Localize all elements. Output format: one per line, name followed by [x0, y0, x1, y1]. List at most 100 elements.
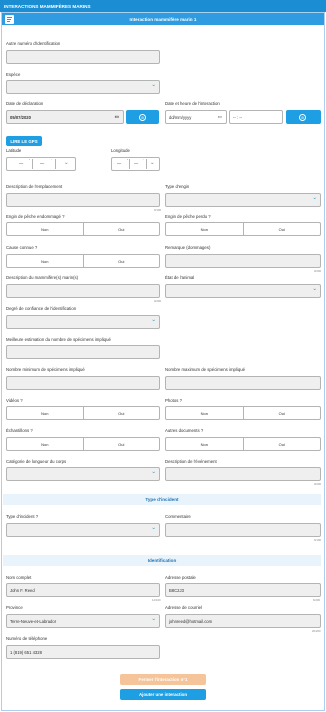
longitude-label: Longitude	[111, 148, 130, 153]
other-docs-no[interactable]: Non	[166, 438, 243, 450]
best-estimate-label: Meilleure estimation du nombre de spécim…	[6, 337, 111, 342]
remarks-counter: 0/200	[314, 269, 321, 273]
read-gps-button[interactable]: LIRE LE GPS	[6, 136, 42, 146]
declaration-date-label: Date de déclaration	[6, 101, 44, 106]
confidence-select[interactable]: ⌄	[6, 315, 160, 329]
interaction-date-input[interactable]: dd/mm/yyyy ▭	[165, 110, 227, 124]
phone-label: Numéro de téléphone	[6, 636, 48, 641]
photos-no[interactable]: Non	[166, 407, 243, 419]
species-label: Espèce	[6, 72, 21, 77]
gear-damaged-yes[interactable]: Oui	[82, 223, 160, 235]
gear-damaged-toggle[interactable]: Non Oui	[6, 222, 160, 236]
degree-unit: °	[127, 158, 129, 162]
latitude-degrees: —	[19, 161, 24, 167]
gear-lost-no[interactable]: Non	[166, 223, 243, 235]
photos-toggle[interactable]: Non Oui	[165, 406, 321, 420]
chevron-down-icon: ⌄	[151, 616, 156, 623]
full-name-input[interactable]: John F. Reed	[6, 583, 160, 597]
max-count-input[interactable]	[165, 376, 321, 390]
panel-header: Interaction mammifère marin 1	[2, 13, 324, 25]
gear-lost-label: Engin de pêche perdu ?	[165, 214, 211, 219]
other-id-input[interactable]	[6, 50, 160, 64]
close-interaction-button[interactable]: Fermer l'interaction n°1	[120, 674, 206, 685]
incident-type-label: Type d'incident ?	[6, 514, 39, 519]
latitude-stepper[interactable]: — ° — ' ⌄	[6, 157, 76, 171]
cause-known-yes[interactable]: Oui	[82, 255, 160, 267]
declaration-date-input[interactable]: 05/07/2020 ▭	[6, 110, 124, 124]
best-estimate-input[interactable]	[6, 345, 160, 359]
mammal-desc-counter: 0/200	[154, 299, 161, 303]
chevron-down-icon: ⌄	[151, 525, 156, 532]
chevron-down-icon: ⌄	[312, 286, 317, 293]
postal-address-counter: 6/200	[313, 598, 320, 602]
event-desc-input[interactable]	[165, 467, 321, 481]
clear-interaction-datetime-button[interactable]: ⊘	[286, 110, 321, 124]
cause-known-toggle[interactable]: Non Oui	[6, 254, 160, 268]
max-count-label: Nombre maximum de spécimens impliqué	[165, 367, 245, 372]
email-counter: 20/200	[312, 629, 321, 633]
animal-state-select[interactable]: ⌄	[165, 284, 321, 298]
chevron-down-icon[interactable]: ⌄	[64, 160, 69, 166]
chevron-down-icon[interactable]: ⌄	[150, 160, 155, 166]
add-interaction-button[interactable]: Ajouter une interaction	[120, 689, 206, 700]
declaration-date-value: 05/07/2020	[10, 114, 31, 120]
location-desc-label: Description de l'emplacement	[6, 184, 63, 189]
gear-type-label: Type d'engin	[165, 184, 190, 189]
calendar-icon[interactable]: ▭	[115, 114, 119, 120]
photos-label: Photos ?	[165, 398, 182, 403]
location-desc-input[interactable]	[6, 193, 160, 207]
longitude-degrees: —	[117, 161, 122, 167]
species-select[interactable]: ⌄	[6, 80, 160, 94]
form-icon	[5, 14, 14, 24]
gear-lost-yes[interactable]: Oui	[242, 223, 321, 235]
incident-section-header: Type d'incident	[3, 494, 321, 505]
mammal-desc-label: Description du mammifère(s) marin(s)	[6, 275, 79, 280]
chevron-down-icon: ⌄	[151, 82, 156, 89]
comment-input[interactable]	[165, 523, 321, 537]
clear-declaration-date-button[interactable]: ⊘	[126, 110, 159, 124]
remarks-label: Remarque (dommages)	[165, 245, 211, 250]
gear-damaged-label: Engin de pêche endommagé ?	[6, 214, 65, 219]
other-docs-toggle[interactable]: Non Oui	[165, 437, 321, 451]
animal-state-label: État de l'animal	[165, 275, 195, 280]
email-input[interactable]: johnreed@hotmail.com	[165, 614, 321, 628]
degree-unit: °	[29, 158, 31, 162]
chevron-down-icon: ⌄	[312, 195, 317, 202]
min-count-input[interactable]	[6, 376, 160, 390]
interaction-time-input[interactable]: -- : --	[229, 110, 283, 124]
chevron-down-icon: ⌄	[151, 469, 156, 476]
gear-type-select[interactable]: ⌄	[165, 193, 321, 207]
calendar-icon[interactable]: ▭	[218, 114, 222, 120]
event-desc-label: Description de l'événement	[165, 459, 217, 464]
gear-damaged-no[interactable]: Non	[7, 223, 83, 235]
cause-known-no[interactable]: Non	[7, 255, 83, 267]
incident-type-select[interactable]: ⌄	[6, 523, 160, 537]
interaction-date-placeholder: dd/mm/yyyy	[169, 114, 192, 120]
samples-no[interactable]: Non	[7, 438, 83, 450]
body-length-select[interactable]: ⌄	[6, 467, 160, 481]
photos-yes[interactable]: Oui	[242, 407, 321, 419]
phone-input[interactable]: 1 (819) 651 4328	[6, 645, 160, 659]
latitude-label: Latitude	[6, 148, 22, 153]
longitude-stepper[interactable]: — ° — ' ⌄	[111, 157, 160, 171]
other-id-label: Autre numéro d'identification	[6, 41, 61, 46]
gear-lost-toggle[interactable]: Non Oui	[165, 222, 321, 236]
other-docs-yes[interactable]: Oui	[242, 438, 321, 450]
remarks-input[interactable]	[165, 254, 321, 268]
samples-yes[interactable]: Oui	[82, 438, 160, 450]
clock-icon: ⊘	[139, 113, 146, 121]
postal-address-input[interactable]: B8C2J3	[165, 583, 321, 597]
samples-toggle[interactable]: Non Oui	[6, 437, 160, 451]
mammal-desc-input[interactable]	[6, 284, 160, 298]
videos-label: Vidéos ?	[6, 398, 23, 403]
interaction-datetime-label: Date et heure de l'interaction	[165, 101, 220, 106]
videos-no[interactable]: Non	[7, 407, 83, 419]
postal-address-label: Adresse postale	[165, 575, 196, 580]
clock-icon: ⊘	[299, 113, 306, 121]
identification-section-header: Identification	[3, 555, 321, 566]
province-select[interactable]: Terre-Neuve-et-Labrador ⌄	[6, 614, 160, 628]
cause-known-label: Cause connue ?	[6, 245, 38, 250]
phone-value: 1 (819) 651 4328	[10, 649, 42, 655]
videos-toggle[interactable]: Non Oui	[6, 406, 160, 420]
videos-yes[interactable]: Oui	[82, 407, 160, 419]
